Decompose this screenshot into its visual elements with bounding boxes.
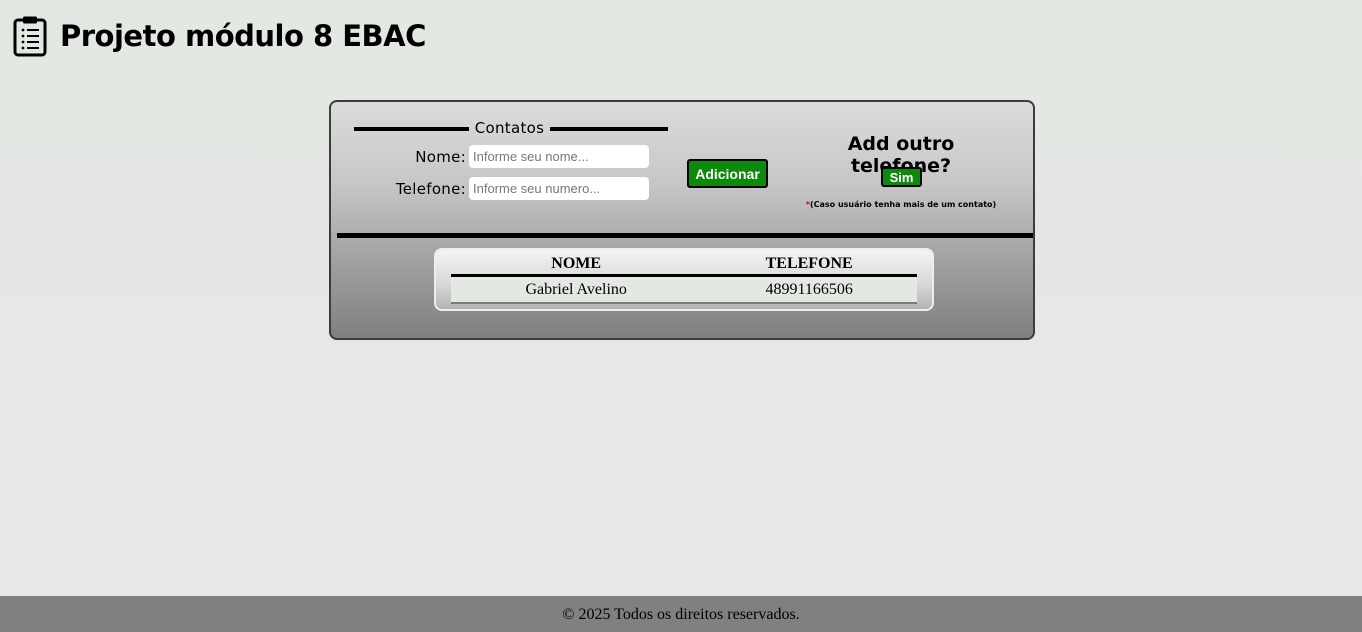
table-header-row: NOME TELEFONE <box>451 254 917 277</box>
footer-text: © 2025 Todos os direitos reservados. <box>562 606 800 623</box>
contacts-table: NOME TELEFONE Gabriel Avelino 4899116650… <box>451 254 917 304</box>
column-header-nome: NOME <box>451 254 702 277</box>
clipboard-list-icon <box>13 16 47 57</box>
legend-line-right <box>550 127 668 131</box>
nome-label: Nome: <box>415 147 466 166</box>
nome-input[interactable] <box>469 145 649 168</box>
legend-line-left <box>354 127 469 131</box>
telefone-input[interactable] <box>469 177 649 200</box>
add-phone-note: *(Caso usuário tenha mais de um contato) <box>801 200 1001 209</box>
add-phone-yes-button[interactable]: Sim <box>881 167 922 187</box>
page-header: Projeto módulo 8 EBAC <box>13 14 426 58</box>
add-phone-note-text: (Caso usuário tenha mais de um contato) <box>809 200 997 209</box>
column-header-telefone: TELEFONE <box>701 254 917 277</box>
contacts-table-panel: NOME TELEFONE Gabriel Avelino 4899116650… <box>434 248 934 311</box>
page-title: Projeto módulo 8 EBAC <box>60 19 426 53</box>
cell-telefone: 48991166506 <box>701 275 917 304</box>
table-row: Gabriel Avelino 48991166506 <box>451 275 917 304</box>
contacts-card: Contatos Nome: Telefone: Adicionar Add o… <box>329 100 1035 340</box>
form-legend: Contatos <box>474 119 545 137</box>
nome-row: Nome: <box>415 145 649 168</box>
telefone-label: Telefone: <box>395 179 466 198</box>
section-divider <box>337 233 1033 238</box>
add-button[interactable]: Adicionar <box>687 159 768 188</box>
cell-nome: Gabriel Avelino <box>451 275 702 304</box>
page-footer: © 2025 Todos os direitos reservados. <box>0 596 1362 632</box>
telefone-row: Telefone: <box>396 177 649 200</box>
